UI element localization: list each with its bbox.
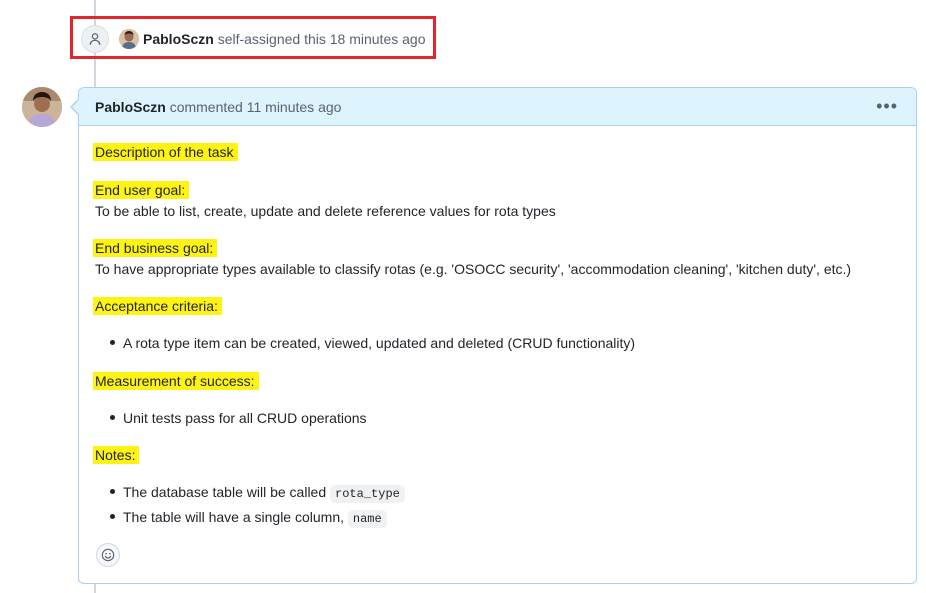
- comment-timestamp[interactable]: 11 minutes ago: [247, 99, 342, 115]
- notes-list-item: The table will have a single column, nam…: [123, 508, 387, 528]
- event-timestamp[interactable]: 18 minutes ago: [330, 31, 426, 47]
- bullet: [110, 514, 115, 519]
- assignment-event: PabloSczn self-assigned this 18 minutes …: [143, 30, 425, 48]
- acceptance-heading: Acceptance criteria:: [93, 297, 222, 315]
- comment-header: PabloSczn commented 11 minutes ago •••: [79, 88, 916, 126]
- measurement-list-item: Unit tests pass for all CRUD operations: [123, 410, 367, 426]
- notes-heading: Notes:: [93, 446, 140, 464]
- comment-pointer-fill: [72, 100, 79, 114]
- measurement-heading: Measurement of success:: [93, 372, 259, 390]
- end-business-heading: End business goal:: [93, 239, 218, 257]
- bullet: [110, 340, 115, 345]
- notes-list-item: The database table will be called rota_t…: [123, 483, 405, 503]
- bullet: [110, 415, 115, 420]
- smiley-icon[interactable]: [96, 543, 120, 567]
- event-actor-link[interactable]: PabloSczn: [143, 31, 214, 47]
- avatar[interactable]: [119, 29, 139, 49]
- comment-author-avatar[interactable]: [22, 87, 62, 127]
- description-heading: Description of the task: [93, 143, 238, 161]
- inline-code: name: [347, 510, 387, 528]
- end-business-text: To have appropriate types available to c…: [95, 261, 852, 277]
- comment-action: commented: [169, 99, 243, 115]
- notes-item-text: The database table will be called: [123, 484, 327, 500]
- inline-code: rota_type: [330, 485, 405, 503]
- end-user-text: To be able to list, create, update and d…: [95, 203, 556, 219]
- comment-author-link[interactable]: PabloSczn: [95, 99, 166, 115]
- bullet: [110, 489, 115, 494]
- acceptance-list-item: A rota type item can be created, viewed,…: [123, 335, 636, 351]
- end-user-heading: End user goal:: [93, 181, 190, 199]
- kebab-menu-icon[interactable]: •••: [876, 96, 898, 117]
- notes-item-text: The table will have a single column,: [123, 509, 345, 525]
- comment-meta: PabloSczn commented 11 minutes ago: [95, 99, 341, 115]
- person-icon: [81, 25, 109, 53]
- event-action: self-assigned this: [217, 31, 326, 47]
